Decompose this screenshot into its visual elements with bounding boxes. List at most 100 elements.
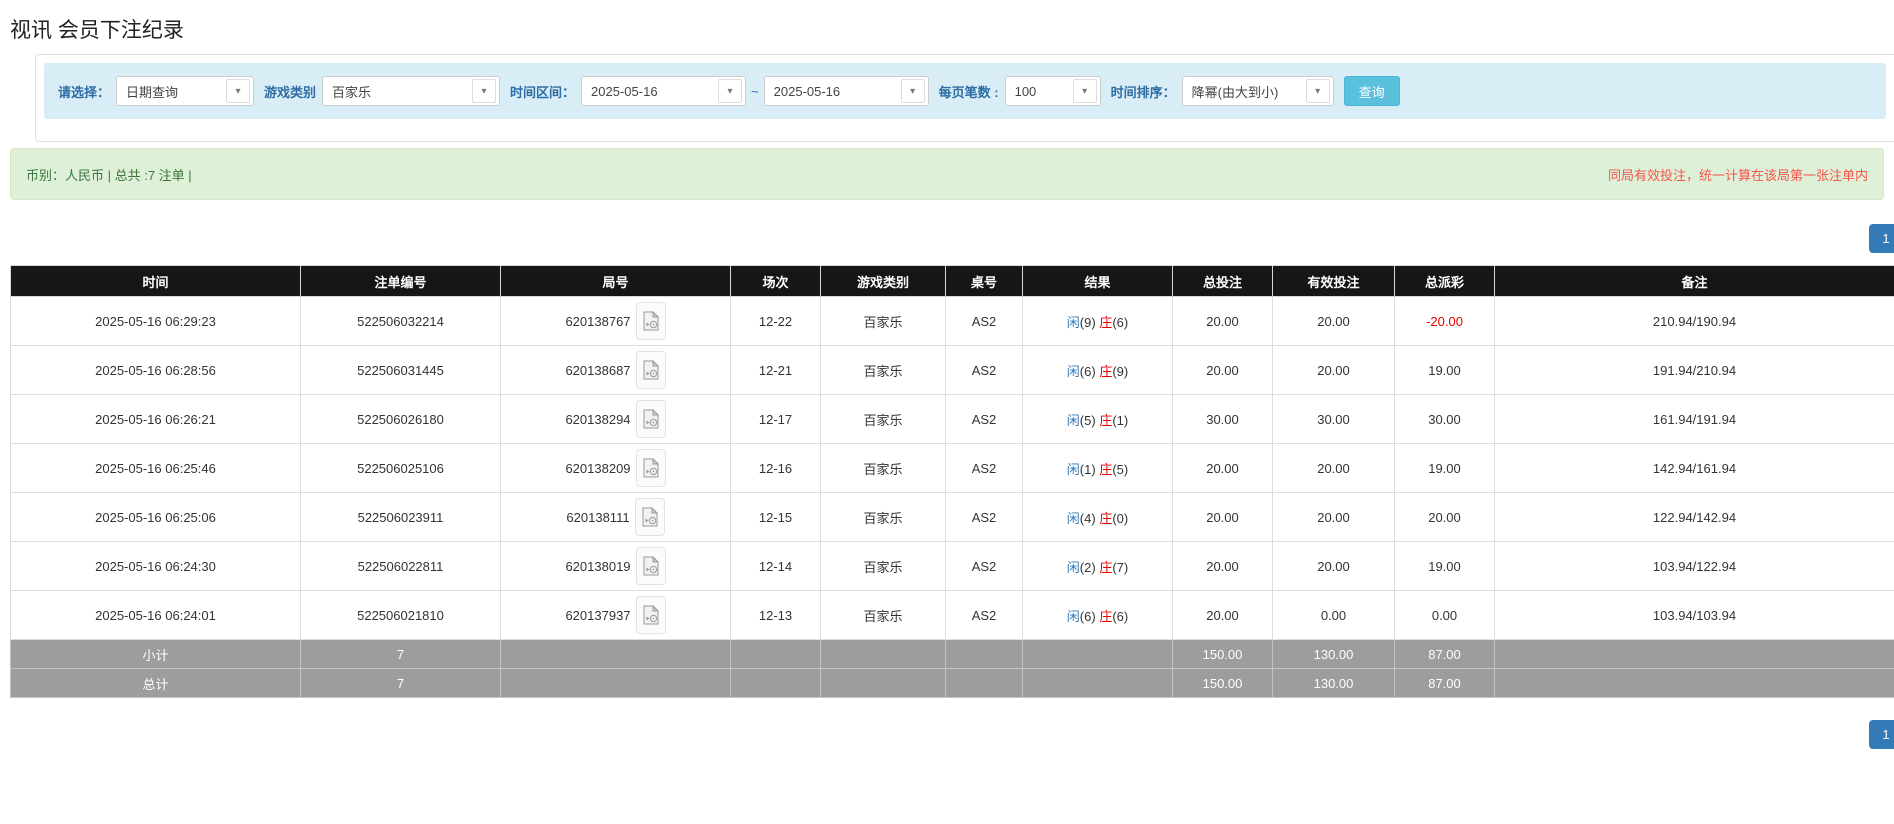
game-type-select[interactable]: 百家乐 ▾ bbox=[322, 76, 500, 106]
cell-round-id: 620138111 bbox=[501, 493, 731, 542]
cell-total-bet[interactable]: 20.00 bbox=[1173, 493, 1273, 542]
per-page-select[interactable]: 100 ▾ bbox=[1005, 76, 1101, 106]
pagination-bottom: 1 bbox=[0, 720, 1894, 747]
chevron-down-icon: ▾ bbox=[1306, 79, 1330, 103]
cell-bet-id: 522506026180 bbox=[301, 395, 501, 444]
subtotal-total-bet: 150.00 bbox=[1173, 640, 1273, 669]
page-title: 视讯 会员下注纪录 bbox=[10, 14, 1894, 44]
cell-payout: 19.00 bbox=[1395, 444, 1495, 493]
sort-label: 时间排序： bbox=[1111, 82, 1176, 101]
cell-game-type: 百家乐 bbox=[821, 542, 946, 591]
table-row: 2025-05-16 06:24:01522506021810620137937… bbox=[11, 591, 1894, 640]
table-row: 2025-05-16 06:26:21522506026180620138294… bbox=[11, 395, 1894, 444]
chevron-down-icon: ▾ bbox=[472, 79, 496, 103]
cell-payout: 20.00 bbox=[1395, 493, 1495, 542]
round-id-value: 620138111 bbox=[566, 510, 629, 525]
table-row: 2025-05-16 06:28:56522506031445620138687… bbox=[11, 346, 1894, 395]
cell-payout: 0.00 bbox=[1395, 591, 1495, 640]
cell-valid-bet: 20.00 bbox=[1273, 346, 1395, 395]
game-type-label: 游戏类别 bbox=[264, 82, 316, 101]
chevron-down-icon: ▾ bbox=[1073, 79, 1097, 103]
cell-result: 闲(9) 庄(6) bbox=[1023, 297, 1173, 346]
cell-total-bet[interactable]: 20.00 bbox=[1173, 346, 1273, 395]
col-header-payout: 总派彩 bbox=[1395, 266, 1495, 297]
cell-remark: 142.94/161.94 bbox=[1495, 444, 1894, 493]
cell-time: 2025-05-16 06:25:46 bbox=[11, 444, 301, 493]
result-banker-label: 庄 bbox=[1099, 364, 1112, 379]
result-player-score: (6) bbox=[1080, 364, 1096, 379]
result-player-label: 闲 bbox=[1067, 560, 1080, 575]
col-header-total-bet: 总投注 bbox=[1173, 266, 1273, 297]
cell-time: 2025-05-16 06:28:56 bbox=[11, 346, 301, 395]
result-banker-label: 庄 bbox=[1099, 315, 1112, 330]
cell-round-id: 620138767 bbox=[501, 297, 731, 346]
cell-result: 闲(1) 庄(5) bbox=[1023, 444, 1173, 493]
col-header-time: 时间 bbox=[11, 266, 301, 297]
currency-summary-text: 币别：人民币 | 总共 :7 注单 | bbox=[26, 165, 192, 184]
betting-records-table: 时间 注单编号 局号 场次 游戏类别 桌号 结果 总投注 有效投注 总派彩 备注… bbox=[10, 265, 1894, 698]
video-record-icon[interactable] bbox=[636, 596, 666, 634]
cell-round-id: 620138019 bbox=[501, 542, 731, 591]
video-record-icon[interactable] bbox=[636, 351, 666, 389]
pagination-page-button[interactable]: 1 bbox=[1869, 720, 1894, 749]
date-from-select[interactable]: 2025-05-16 ▾ bbox=[581, 76, 746, 106]
cell-table-no: AS2 bbox=[946, 493, 1023, 542]
chevron-down-icon: ▾ bbox=[718, 79, 742, 103]
cell-total-bet[interactable]: 30.00 bbox=[1173, 395, 1273, 444]
subtotal-count: 7 bbox=[301, 640, 501, 669]
cell-total-bet[interactable]: 20.00 bbox=[1173, 591, 1273, 640]
cell-table-no: AS2 bbox=[946, 395, 1023, 444]
result-banker-label: 庄 bbox=[1099, 609, 1112, 624]
cell-game-type: 百家乐 bbox=[821, 346, 946, 395]
cell-payout: -20.00 bbox=[1395, 297, 1495, 346]
result-player-label: 闲 bbox=[1067, 413, 1080, 428]
cell-total-bet[interactable]: 20.00 bbox=[1173, 444, 1273, 493]
video-record-icon[interactable] bbox=[635, 498, 665, 536]
cell-time: 2025-05-16 06:25:06 bbox=[11, 493, 301, 542]
cell-result: 闲(6) 庄(6) bbox=[1023, 591, 1173, 640]
cell-remark: 103.94/103.94 bbox=[1495, 591, 1894, 640]
sort-select[interactable]: 降幂(由大到小) ▾ bbox=[1182, 76, 1334, 106]
cell-time: 2025-05-16 06:26:21 bbox=[11, 395, 301, 444]
summary-bar: 币别：人民币 | 总共 :7 注单 | 同局有效投注，统一计算在该局第一张注单内 bbox=[10, 148, 1884, 200]
cell-remark: 122.94/142.94 bbox=[1495, 493, 1894, 542]
cell-payout: 19.00 bbox=[1395, 346, 1495, 395]
video-record-icon[interactable] bbox=[636, 400, 666, 438]
subtotal-label: 小计 bbox=[11, 640, 301, 669]
cell-valid-bet: 0.00 bbox=[1273, 591, 1395, 640]
video-record-icon[interactable] bbox=[636, 449, 666, 487]
video-record-icon[interactable] bbox=[636, 302, 666, 340]
cell-valid-bet: 30.00 bbox=[1273, 395, 1395, 444]
cell-game-type: 百家乐 bbox=[821, 395, 946, 444]
cell-game-type: 百家乐 bbox=[821, 591, 946, 640]
cell-total-bet[interactable]: 20.00 bbox=[1173, 297, 1273, 346]
cell-round-id: 620138687 bbox=[501, 346, 731, 395]
cell-remark: 210.94/190.94 bbox=[1495, 297, 1894, 346]
query-type-value: 日期查询 bbox=[117, 82, 187, 101]
cell-total-bet[interactable]: 20.00 bbox=[1173, 542, 1273, 591]
result-player-label: 闲 bbox=[1067, 315, 1080, 330]
cell-round-id: 620137937 bbox=[501, 591, 731, 640]
result-banker-score: (9) bbox=[1112, 364, 1128, 379]
date-to-select[interactable]: 2025-05-16 ▾ bbox=[764, 76, 929, 106]
video-record-icon[interactable] bbox=[636, 547, 666, 585]
cell-session: 12-15 bbox=[731, 493, 821, 542]
table-row: 2025-05-16 06:29:23522506032214620138767… bbox=[11, 297, 1894, 346]
cell-table-no: AS2 bbox=[946, 591, 1023, 640]
result-banker-score: (0) bbox=[1112, 511, 1128, 526]
pagination-page-button[interactable]: 1 bbox=[1869, 224, 1894, 253]
round-id-value: 620138767 bbox=[565, 314, 630, 329]
round-id-value: 620138209 bbox=[565, 461, 630, 476]
query-type-select[interactable]: 日期查询 ▾ bbox=[116, 76, 254, 106]
cell-remark: 161.94/191.94 bbox=[1495, 395, 1894, 444]
filter-panel: 请选择： 日期查询 ▾ 游戏类别 百家乐 ▾ 时间区间： 2025-05-16 … bbox=[35, 54, 1894, 142]
cell-session: 12-13 bbox=[731, 591, 821, 640]
cell-table-no: AS2 bbox=[946, 297, 1023, 346]
round-id-value: 620138687 bbox=[565, 363, 630, 378]
cell-table-no: AS2 bbox=[946, 542, 1023, 591]
cell-table-no: AS2 bbox=[946, 444, 1023, 493]
cell-payout: 30.00 bbox=[1395, 395, 1495, 444]
query-type-label: 请选择： bbox=[58, 82, 110, 101]
total-row: 总计 7 150.00 130.00 87.00 bbox=[11, 669, 1894, 698]
search-button[interactable]: 查询 bbox=[1344, 76, 1400, 106]
